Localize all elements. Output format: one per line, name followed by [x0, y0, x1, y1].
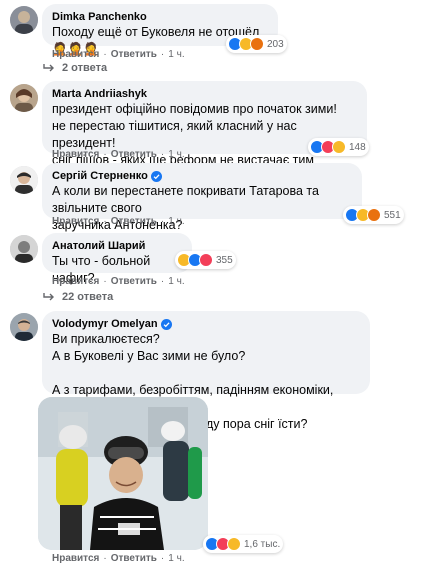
- reaction-summary[interactable]: 148: [308, 138, 369, 156]
- timestamp[interactable]: 1 ч.: [168, 149, 184, 161]
- comment-bubble: Анатолий Шарий Ты что - больной нафиг?: [42, 233, 192, 285]
- author-name[interactable]: Volodymyr Omelyan: [52, 317, 360, 331]
- love-reaction-icon: [199, 253, 213, 267]
- author-name[interactable]: Marta Andriiashyk: [52, 87, 357, 101]
- verified-badge-icon: [150, 170, 162, 182]
- avatar[interactable]: [10, 84, 38, 112]
- comment-actions: Нравится · Ответить · 1 ч.: [52, 149, 185, 161]
- author-name-text[interactable]: Volodymyr Omelyan: [52, 317, 158, 331]
- reply-button[interactable]: Ответить: [111, 49, 157, 61]
- reply-button[interactable]: Ответить: [111, 553, 157, 565]
- reply-button[interactable]: Ответить: [111, 216, 157, 228]
- avatar[interactable]: [10, 235, 38, 263]
- ski-resort-photo: [38, 397, 208, 550]
- haha-reaction-icon: [332, 140, 346, 154]
- reply-arrow-icon: [43, 293, 54, 301]
- comment-actions: Нравится · Ответить · 1 ч.: [52, 276, 185, 288]
- view-replies-link[interactable]: 2 ответа: [42, 62, 107, 74]
- author-name-text[interactable]: Сергій Стерненко: [52, 169, 148, 183]
- reaction-summary[interactable]: 551: [343, 206, 404, 224]
- verified-badge-icon: [160, 318, 172, 330]
- like-button[interactable]: Нравится: [52, 553, 99, 565]
- reaction-count: 551: [384, 209, 401, 221]
- haha-reaction-icon: [227, 537, 241, 551]
- like-button[interactable]: Нравится: [52, 276, 99, 288]
- comment-bubble: Volodymyr Omelyan Ви прикалюєтеся? А в Б…: [42, 311, 370, 431]
- timestamp[interactable]: 1 ч.: [168, 553, 184, 565]
- angry-reaction-icon: [250, 37, 264, 51]
- avatar[interactable]: [10, 313, 38, 341]
- timestamp[interactable]: 1 ч.: [168, 49, 184, 61]
- view-replies-link[interactable]: 22 ответа: [42, 291, 113, 303]
- timestamp[interactable]: 1 ч.: [168, 216, 184, 228]
- author-name[interactable]: Сергій Стерненко: [52, 169, 352, 183]
- author-name[interactable]: Анатолий Шарий: [52, 239, 182, 253]
- reply-button[interactable]: Ответить: [111, 149, 157, 161]
- like-button[interactable]: Нравится: [52, 49, 99, 61]
- avatar[interactable]: [10, 6, 38, 34]
- reaction-count: 1,6 тыс.: [244, 538, 281, 550]
- replies-count[interactable]: 2 ответа: [62, 62, 107, 74]
- angry-reaction-icon: [367, 208, 381, 222]
- reaction-summary[interactable]: 203: [226, 35, 287, 53]
- reaction-summary[interactable]: 1,6 тыс.: [203, 535, 284, 553]
- replies-count[interactable]: 22 ответа: [62, 291, 113, 303]
- avatar[interactable]: [10, 166, 38, 194]
- comment-actions: Нравится · Ответить · 1 ч.: [52, 216, 185, 228]
- reply-button[interactable]: Ответить: [111, 276, 157, 288]
- author-name[interactable]: Dimka Panchenko: [52, 10, 268, 24]
- comment-actions: Нравится · Ответить · 1 ч.: [52, 49, 185, 61]
- reaction-summary[interactable]: 355: [175, 251, 236, 269]
- comment-photo[interactable]: [38, 397, 208, 550]
- timestamp[interactable]: 1 ч.: [168, 276, 184, 288]
- comment-bubble: Сергій Стерненко А коли ви перестанете п…: [42, 163, 362, 232]
- like-button[interactable]: Нравится: [52, 149, 99, 161]
- reaction-count: 355: [216, 254, 233, 266]
- like-button[interactable]: Нравится: [52, 216, 99, 228]
- comment-actions: Нравится · Ответить · 1 ч.: [52, 553, 185, 565]
- reply-arrow-icon: [43, 64, 54, 72]
- reaction-count: 148: [349, 141, 366, 153]
- reaction-count: 203: [267, 38, 284, 50]
